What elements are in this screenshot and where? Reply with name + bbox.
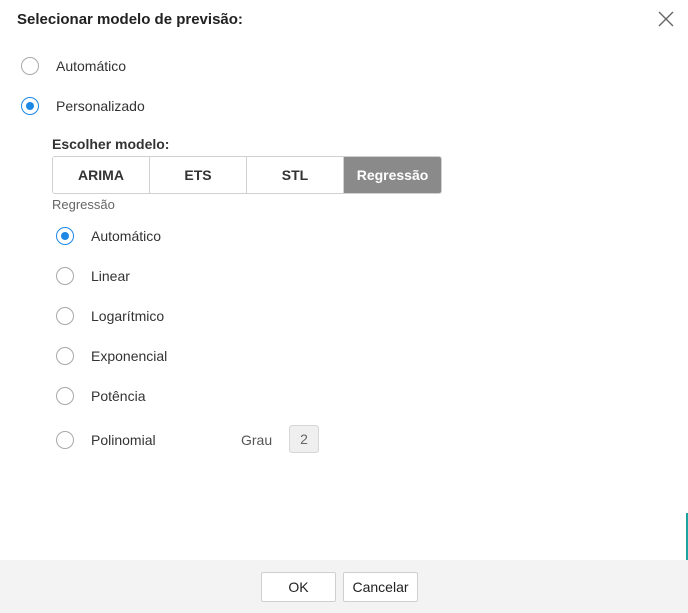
- regression-option-label: Logarítmico: [91, 308, 165, 324]
- regression-section-label: Regressão: [52, 197, 115, 212]
- radio-icon[interactable]: [56, 267, 74, 285]
- mode-option-automatic[interactable]: Automático: [21, 57, 126, 75]
- dialog-title: Selecionar modelo de previsão:: [17, 11, 243, 28]
- mode-option-custom[interactable]: Personalizado: [21, 97, 145, 115]
- radio-icon[interactable]: [56, 387, 74, 405]
- regression-option-label: Polinomial: [91, 432, 156, 448]
- regression-option-logarithmic[interactable]: Logarítmico: [56, 307, 164, 325]
- regression-option-power[interactable]: Potência: [56, 387, 145, 405]
- close-icon[interactable]: [655, 8, 677, 30]
- regression-option-exponential[interactable]: Exponencial: [56, 347, 167, 365]
- radio-checked-icon[interactable]: [21, 97, 39, 115]
- regression-option-label: Linear: [91, 268, 130, 284]
- degree-label: Grau: [241, 432, 273, 448]
- radio-icon[interactable]: [56, 307, 74, 325]
- tab-stl[interactable]: STL: [247, 157, 344, 193]
- mode-option-custom-label: Personalizado: [56, 98, 145, 114]
- regression-option-automatic[interactable]: Automático: [56, 227, 161, 245]
- model-segmented-control: ARIMA ETS STL Regressão: [52, 156, 442, 194]
- radio-checked-icon[interactable]: [56, 227, 74, 245]
- forecast-model-dialog: Selecionar modelo de previsão: Automátic…: [0, 0, 688, 613]
- regression-option-label: Potência: [91, 388, 146, 404]
- tab-ets[interactable]: ETS: [150, 157, 247, 193]
- degree-input[interactable]: [289, 425, 319, 453]
- radio-icon[interactable]: [56, 431, 74, 449]
- tab-regression[interactable]: Regressão: [344, 157, 441, 193]
- radio-icon[interactable]: [21, 57, 39, 75]
- ok-button[interactable]: OK: [261, 572, 336, 602]
- cancel-button[interactable]: Cancelar: [343, 572, 418, 602]
- regression-option-linear[interactable]: Linear: [56, 267, 130, 285]
- regression-option-polynomial[interactable]: Polinomial: [56, 431, 156, 449]
- regression-option-label: Automático: [91, 228, 162, 244]
- tab-arima[interactable]: ARIMA: [53, 157, 150, 193]
- mode-option-automatic-label: Automático: [56, 58, 127, 74]
- dialog-footer: OK Cancelar: [0, 560, 688, 613]
- choose-model-label: Escolher modelo:: [52, 136, 170, 152]
- radio-icon[interactable]: [56, 347, 74, 365]
- regression-option-label: Exponencial: [91, 348, 168, 364]
